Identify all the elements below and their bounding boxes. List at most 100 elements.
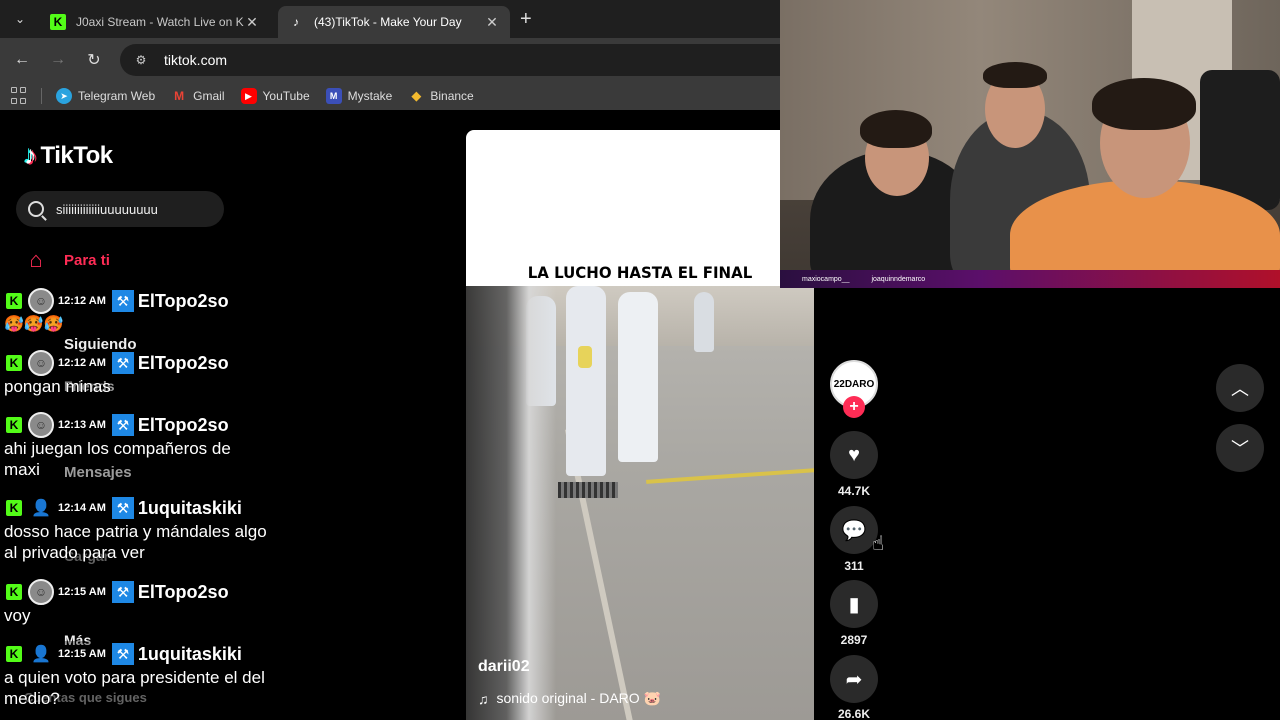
share-arrow-icon[interactable]: ➦ bbox=[830, 655, 878, 703]
youtube-icon: ▶ bbox=[240, 88, 257, 104]
like-heart-icon[interactable]: ♥ bbox=[830, 431, 878, 479]
bookmark-youtube[interactable]: ▶ YouTube bbox=[240, 88, 310, 104]
close-icon[interactable]: ✕ bbox=[244, 14, 260, 31]
tab-title: J0axi Stream - Watch Live on Ki bbox=[76, 15, 244, 29]
chevron-up-icon[interactable]: ︿ bbox=[1216, 364, 1264, 412]
search-input[interactable]: siiiiiiiiiiiiiuuuuuuuu bbox=[16, 191, 224, 227]
telegram-icon: ➤ bbox=[56, 88, 72, 104]
chat-message: K ☺ 12:15 AM ⚒ ElTopo2so voy bbox=[0, 579, 268, 633]
chat-time: 12:15 AM bbox=[58, 586, 106, 598]
comment-bubble-icon[interactable]: 💬 bbox=[830, 506, 878, 554]
sound-name: sonido original - DARO 🐷 bbox=[496, 690, 662, 706]
chat-text: a quien voto para presidente el del medi… bbox=[4, 668, 265, 708]
chat-message: K 👤 12:15 AM ⚒ 1uquitaskiki a quien voto… bbox=[0, 641, 268, 720]
tiktok-icon: ♪ bbox=[293, 15, 299, 29]
chat-time: 12:14 AM bbox=[58, 502, 106, 514]
url-text: tiktok.com bbox=[164, 52, 228, 68]
bookmark-gmail[interactable]: M Gmail bbox=[171, 88, 224, 104]
tiktok-logo[interactable]: ♪ TikTok bbox=[24, 140, 113, 171]
comment-count: 311 bbox=[844, 559, 864, 573]
avatar: ☺ bbox=[28, 579, 54, 605]
user-avatar-icon: 👤 bbox=[31, 646, 51, 663]
chat-username: 1uquitaskiki bbox=[137, 643, 242, 664]
bookmark-label: Gmail bbox=[193, 89, 225, 103]
bookmarks-bar: ➤ Telegram Web M Gmail ▶ YouTube M Mysta… bbox=[0, 82, 780, 110]
webcam-name-bar: maxiocampo__ joaquinndemarco bbox=[780, 270, 1280, 288]
hammer-badge-icon: ⚒ bbox=[111, 497, 134, 519]
kick-badge-icon: K bbox=[6, 293, 22, 309]
avatar: ☺ bbox=[28, 350, 54, 376]
chat-text: voy bbox=[4, 606, 31, 625]
video-frame bbox=[466, 286, 814, 720]
save-count: 2897 bbox=[840, 633, 868, 647]
bookmark-label: Telegram Web bbox=[78, 89, 156, 103]
chat-text: pongan minas bbox=[4, 377, 111, 396]
nav-label: Para ti bbox=[64, 251, 110, 269]
chat-time: 12:13 AM bbox=[58, 419, 106, 431]
close-icon[interactable]: ✕ bbox=[484, 14, 500, 31]
video-author[interactable]: darii02 bbox=[478, 658, 530, 676]
music-note-icon: ♫ bbox=[478, 690, 489, 707]
site-info-icon[interactable]: ⚙ bbox=[132, 51, 150, 69]
kick-badge-icon: K bbox=[6, 584, 22, 600]
bookmark-mystake[interactable]: M Mystake bbox=[325, 88, 392, 104]
hammer-badge-icon: ⚒ bbox=[111, 352, 134, 374]
search-icon[interactable] bbox=[28, 201, 44, 217]
reload-icon[interactable]: ↻ bbox=[82, 48, 106, 72]
gmail-icon: M bbox=[174, 89, 185, 103]
bookmark-binance[interactable]: ◆ Binance bbox=[408, 88, 473, 104]
chat-username: ElTopo2so bbox=[137, 414, 229, 435]
avatar: ☺ bbox=[28, 288, 54, 314]
chat-time: 12:15 AM bbox=[58, 648, 106, 660]
nav-para-ti[interactable]: ⌂ Para ti bbox=[24, 247, 110, 272]
kick-badge-icon: K bbox=[6, 646, 22, 662]
hammer-badge-icon: ⚒ bbox=[111, 290, 134, 312]
kick-badge-icon: K bbox=[6, 417, 22, 433]
user-avatar-icon: 👤 bbox=[31, 500, 51, 517]
apps-grid-icon[interactable] bbox=[11, 87, 29, 105]
new-tab-plus-icon[interactable]: + bbox=[520, 8, 532, 31]
chat-time: 12:12 AM bbox=[58, 295, 106, 307]
video-sound[interactable]: ♫ sonido original - DARO 🐷 bbox=[478, 690, 661, 707]
webcam-tag: joaquinndemarco bbox=[871, 275, 926, 283]
hammer-badge-icon: ⚒ bbox=[111, 414, 134, 436]
webcam-overlay: maxiocampo__ joaquinndemarco bbox=[780, 0, 1280, 288]
browser-toolbar: ← → ↻ ⚙ tiktok.com bbox=[0, 38, 780, 82]
bookmark-icon[interactable]: ▮ bbox=[830, 580, 878, 628]
forward-arrow-icon[interactable]: → bbox=[46, 48, 70, 72]
hammer-badge-icon: ⚒ bbox=[111, 643, 134, 665]
kick-badge-icon: K bbox=[6, 500, 22, 516]
chat-message: K ☺ 12:12 AM ⚒ ElTopo2so pongan minas bbox=[0, 350, 268, 404]
kick-icon: K bbox=[50, 14, 66, 30]
tab-search-chevron-icon[interactable]: ⌄ bbox=[8, 8, 32, 30]
tab-kick-stream[interactable]: K J0axi Stream - Watch Live on Ki ✕ bbox=[40, 6, 270, 38]
chat-time: 12:12 AM bbox=[58, 357, 106, 369]
binance-icon: ◆ bbox=[411, 88, 422, 103]
avatar: ☺ bbox=[28, 412, 54, 438]
video-player[interactable]: LA LUCHO HASTA EL FINAL darii02 ♫ sonido… bbox=[466, 130, 814, 720]
screen: ⌄ K J0axi Stream - Watch Live on Ki ✕ ♪ … bbox=[0, 0, 1280, 720]
tab-tiktok[interactable]: ♪ (43)TikTok - Make Your Day ✕ bbox=[278, 6, 510, 38]
chat-message: K ☺ 12:13 AM ⚒ ElTopo2so ahi juegan los … bbox=[0, 412, 268, 486]
search-value: siiiiiiiiiiiiiuuuuuuuu bbox=[56, 201, 158, 217]
like-count: 44.7K bbox=[837, 484, 871, 498]
back-arrow-icon[interactable]: ← bbox=[10, 48, 34, 72]
webcam-tag: maxiocampo__ bbox=[802, 275, 850, 283]
mystake-icon: M bbox=[325, 88, 342, 104]
chat-text: dosso hace patria y mándales algo al pri… bbox=[4, 522, 267, 562]
tiktok-note-icon: ♪ bbox=[24, 140, 37, 170]
bookmark-label: YouTube bbox=[262, 89, 310, 103]
chevron-down-icon[interactable]: ﹀ bbox=[1216, 424, 1264, 472]
home-icon: ⌂ bbox=[29, 247, 43, 272]
follow-plus-icon[interactable]: + bbox=[843, 396, 865, 418]
chat-username: ElTopo2so bbox=[137, 352, 229, 373]
bookmark-telegram[interactable]: ➤ Telegram Web bbox=[56, 88, 155, 104]
browser-tab-bar: ⌄ K J0axi Stream - Watch Live on Ki ✕ ♪ … bbox=[0, 0, 780, 38]
chat-emojis: 🥵🥵🥵 bbox=[4, 316, 64, 333]
chat-username: 1uquitaskiki bbox=[137, 497, 242, 518]
stream-chat-overlay: K ☺ 12:12 AM ⚒ ElTopo2so 🥵🥵🥵 K ☺ 12:12 A… bbox=[0, 288, 268, 720]
share-count: 26.6K bbox=[837, 707, 871, 720]
tab-title: (43)TikTok - Make Your Day bbox=[314, 15, 462, 29]
address-bar[interactable]: ⚙ tiktok.com bbox=[120, 44, 780, 76]
chat-username: ElTopo2so bbox=[137, 290, 229, 311]
